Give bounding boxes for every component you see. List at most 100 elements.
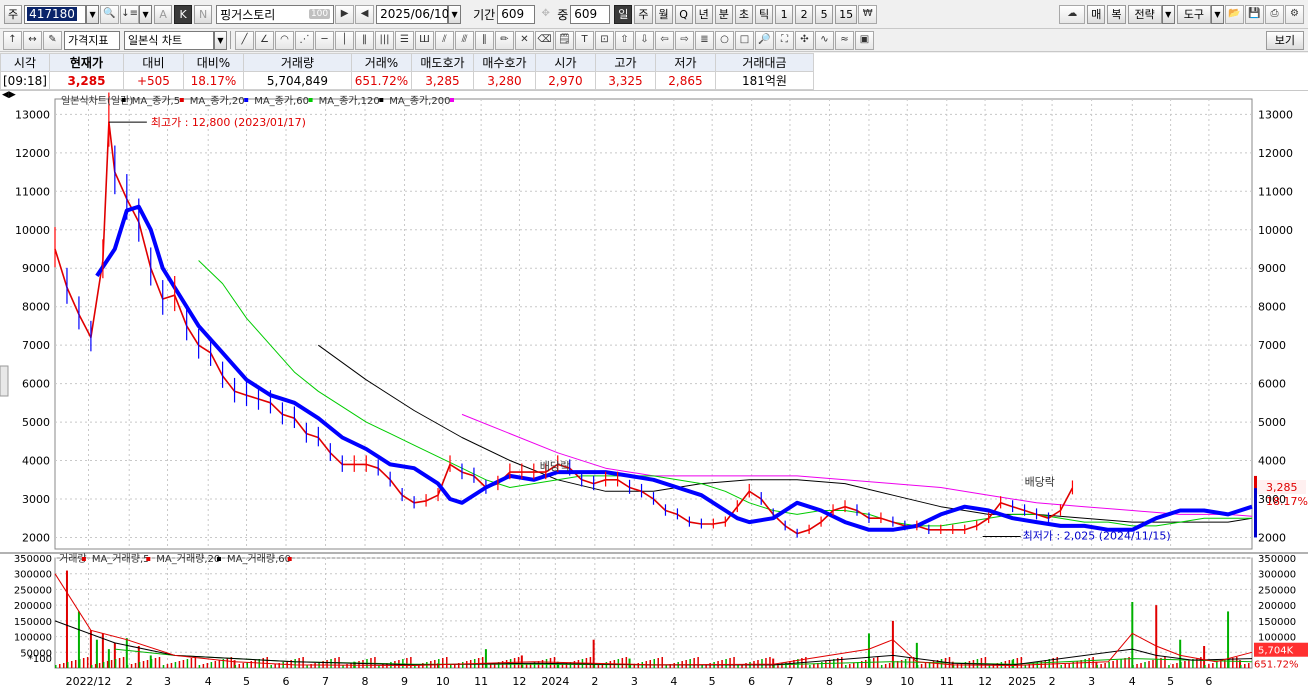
- strategy-dropdown-icon[interactable]: ▼: [1161, 4, 1175, 24]
- btn-k[interactable]: K: [174, 4, 193, 24]
- volume-base-bar: [1152, 660, 1154, 668]
- cycle-line-icon[interactable]: |||: [375, 30, 394, 50]
- button-strategy[interactable]: 전략: [1127, 4, 1162, 24]
- period-btn-tick[interactable]: 틱: [755, 4, 774, 24]
- count-input[interactable]: 609: [570, 4, 611, 24]
- fan-line-icon[interactable]: ⋰: [295, 30, 314, 50]
- channel-icon[interactable]: ⫻: [455, 30, 474, 50]
- period-btn-week[interactable]: 주: [634, 4, 653, 24]
- text-icon[interactable]: T: [575, 30, 594, 50]
- volume-base-bar: [968, 661, 971, 668]
- quote-value-row: [09:18] 3,285 +505 18.17% 5,704,849 651.…: [0, 71, 814, 90]
- gann-fan-icon[interactable]: ⫽: [435, 30, 454, 50]
- sort-dropdown-icon[interactable]: ▼: [139, 4, 153, 24]
- magic-icon[interactable]: ✣: [795, 30, 814, 50]
- date-axis-label: 2025: [1008, 675, 1036, 688]
- lr-arrow-icon[interactable]: ↔: [23, 30, 42, 50]
- arrow-down-icon[interactable]: ⇩: [635, 30, 654, 50]
- search-icon[interactable]: 🔍: [100, 4, 120, 24]
- save-icon[interactable]: 💾: [1245, 4, 1264, 24]
- volume-base-bar: [461, 662, 464, 668]
- chart-settings-icon[interactable]: ₩: [858, 4, 878, 24]
- volume-base-bar: [326, 660, 328, 668]
- magnify-icon[interactable]: 🔎: [755, 30, 774, 50]
- period-btn-year[interactable]: 년: [694, 4, 713, 24]
- arrow-up-icon[interactable]: ⇧: [615, 30, 634, 50]
- volume-base-bar: [58, 664, 61, 668]
- button-copy[interactable]: 복: [1107, 4, 1126, 24]
- volume-base-bar: [521, 665, 524, 668]
- edit-icon[interactable]: ✎: [43, 30, 62, 50]
- arrow-left-icon[interactable]: ⇦: [655, 30, 674, 50]
- period-btn-15[interactable]: 15: [835, 4, 858, 24]
- angle-line-icon[interactable]: ∠: [255, 30, 274, 50]
- move-icon[interactable]: ✥: [536, 5, 555, 24]
- chart-icon[interactable]: ▣: [855, 30, 874, 50]
- tools-dropdown-icon[interactable]: ▼: [1211, 4, 1224, 24]
- arrow-right-icon[interactable]: ⇨: [675, 30, 694, 50]
- market-type-button[interactable]: 주: [4, 4, 23, 24]
- folder-icon[interactable]: 📂: [1225, 4, 1244, 24]
- view-button[interactable]: 보기: [1265, 30, 1304, 50]
- wave-icon[interactable]: ∿: [815, 30, 834, 50]
- eraser-icon[interactable]: ⌫: [535, 30, 554, 50]
- trendline-icon[interactable]: ╱: [235, 30, 254, 50]
- button-tools[interactable]: 도구: [1176, 4, 1211, 24]
- stock-chart[interactable]: 2000 20003000 30004000 40005000 50006000 6000…: [0, 91, 1308, 690]
- period-btn-2[interactable]: 2: [795, 4, 814, 24]
- indicator-select[interactable]: 가격지표: [64, 30, 120, 50]
- sort-icon[interactable]: ↓≡: [120, 4, 140, 24]
- volume-base-bar: [849, 664, 851, 668]
- value-price: 3,285: [48, 71, 124, 90]
- cloud-icon[interactable]: ☁: [1059, 4, 1086, 24]
- range-zoom-icon[interactable]: ⛶: [775, 30, 794, 50]
- vertical-line-icon[interactable]: │: [335, 30, 354, 50]
- fibo-vertical-icon[interactable]: ‖: [355, 30, 374, 50]
- circle-icon[interactable]: ○: [715, 30, 734, 50]
- parallel-lines-icon[interactable]: ∥: [475, 30, 494, 50]
- note-icon[interactable]: 🗒: [555, 30, 574, 50]
- btn-n[interactable]: N: [194, 4, 213, 24]
- volume-base-bar: [1212, 663, 1214, 668]
- print-icon[interactable]: ⎙: [1265, 4, 1284, 24]
- stock-name-field[interactable]: 핑거스토리 100: [216, 4, 335, 24]
- prev-arrow-icon[interactable]: ◀: [355, 4, 375, 24]
- period-btn-1[interactable]: 1: [775, 4, 794, 24]
- date-input[interactable]: 2025/06/10: [376, 4, 449, 24]
- period-btn-day[interactable]: 일: [614, 4, 633, 24]
- price-axis-label-right: 5000: [1258, 416, 1286, 429]
- quote-header-row: 시각 현재가 대비 대비% 거래량 거래% 매도호가 매수호가 시가 고가 저가…: [0, 53, 814, 72]
- pencil-icon[interactable]: ✏: [495, 30, 514, 50]
- up-arrow-icon[interactable]: ↑: [3, 30, 22, 50]
- chart-type-dropdown-icon[interactable]: ▼: [214, 30, 227, 50]
- next-arrow-icon[interactable]: ▶: [335, 4, 355, 24]
- memo-icon[interactable]: ≣: [695, 30, 714, 50]
- button-buy-sell[interactable]: 매: [1087, 4, 1106, 24]
- chart-type-select[interactable]: 일본식 차트: [124, 30, 214, 50]
- period-btn-5[interactable]: 5: [815, 4, 834, 24]
- arc-icon[interactable]: ◠: [275, 30, 294, 50]
- fibo-timezone-icon[interactable]: Ш: [415, 30, 434, 50]
- period-btn-month[interactable]: 월: [654, 4, 673, 24]
- btn-a[interactable]: A: [154, 4, 173, 24]
- period-btn-minute[interactable]: 분: [714, 4, 733, 24]
- period-btn-second[interactable]: 초: [734, 4, 754, 24]
- period-btn-quarter[interactable]: Q: [674, 4, 693, 24]
- volume-base-bar: [446, 657, 448, 668]
- date-axis-label: 10: [436, 675, 450, 688]
- fibo-retrace-icon[interactable]: ☰: [395, 30, 414, 50]
- horizontal-line-icon[interactable]: ─: [315, 30, 334, 50]
- pattern-icon[interactable]: ≈: [835, 30, 854, 50]
- rectangle-icon[interactable]: □: [735, 30, 754, 50]
- volume-base-bar: [202, 664, 205, 668]
- zoom-box-icon[interactable]: ⊡: [595, 30, 614, 50]
- config-icon[interactable]: ⚙: [1285, 4, 1304, 24]
- cross-tools-icon[interactable]: ✕: [515, 30, 534, 50]
- volume-base-bar: [178, 661, 181, 668]
- code-dropdown-icon[interactable]: ▼: [86, 4, 100, 24]
- date-dropdown-icon[interactable]: ▼: [448, 4, 462, 24]
- stock-code-input[interactable]: 417180: [24, 4, 87, 24]
- volume-base-bar: [621, 658, 624, 668]
- volume-base-bar: [868, 659, 871, 668]
- period-input[interactable]: 609: [497, 4, 536, 24]
